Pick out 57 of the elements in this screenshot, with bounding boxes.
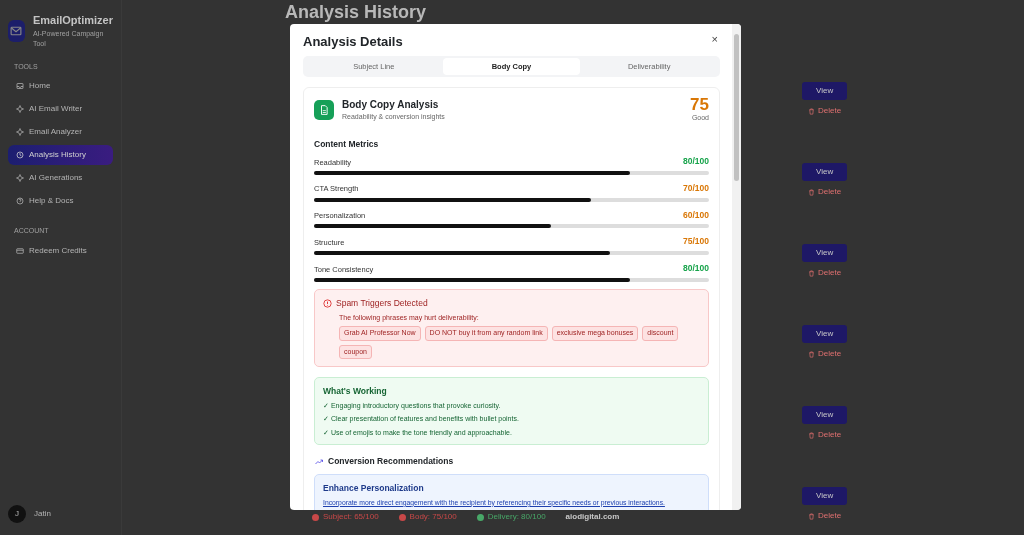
view-button[interactable]: View (802, 325, 848, 343)
trash-icon (808, 431, 816, 439)
metric-value: 80/100 (683, 155, 709, 168)
alert-title: Spam Triggers Detected (336, 296, 428, 310)
trash-icon (808, 512, 816, 520)
metric-value: 75/100 (683, 235, 709, 249)
sidebar-item[interactable]: Home (8, 76, 113, 96)
trash-icon (808, 107, 816, 115)
delete-button[interactable]: Delete (808, 429, 842, 441)
sparkle-icon (16, 105, 24, 113)
view-button[interactable]: View (802, 406, 848, 424)
help-icon (16, 197, 24, 205)
card-icon (16, 246, 24, 255)
trend-icon (314, 457, 324, 466)
score-label: Subject: 65/100 (323, 511, 379, 523)
metric-value: 70/100 (683, 181, 709, 195)
metric-value: 80/100 (683, 262, 709, 275)
trash-icon (808, 350, 816, 358)
logo-icon (8, 19, 25, 42)
delete-button[interactable]: Delete (808, 348, 842, 360)
delete-button[interactable]: Delete (808, 510, 842, 522)
view-button[interactable]: View (802, 82, 848, 100)
sidebar-item[interactable]: Redeem Credits (8, 240, 113, 261)
clock-icon (16, 151, 24, 159)
delete-button[interactable]: Delete (808, 105, 842, 117)
score-label: Body: 75/100 (409, 511, 457, 523)
view-button[interactable]: View (802, 244, 848, 262)
sidebar-item[interactable]: AI Generations (8, 168, 113, 188)
sparkle-icon (16, 128, 24, 136)
inbox-icon (16, 82, 24, 90)
delete-button[interactable]: Delete (808, 267, 842, 279)
user-avatar: J (8, 505, 26, 523)
metrics-heading: Content Metrics (314, 138, 380, 152)
sidebar-item[interactable]: Analysis History (8, 145, 113, 165)
trash-icon (808, 269, 816, 277)
user-name: Jatin (34, 508, 51, 520)
document-icon (314, 99, 334, 120)
brand-name: EmailOptimizer (32, 13, 113, 28)
view-button[interactable]: View (802, 163, 848, 181)
recommendation-title: Enhance Personalization (323, 482, 425, 495)
alert-icon (323, 298, 332, 308)
trash-icon (808, 188, 816, 196)
sidebar-item[interactable]: Email Analyzer (8, 122, 113, 142)
score-label: Delivery: 80/100 (487, 511, 546, 523)
view-button[interactable]: View (802, 487, 848, 505)
close-button[interactable]: × (709, 34, 720, 45)
page-title: Analysis History (285, 2, 428, 24)
section-title: Body Copy Analysis (342, 97, 440, 112)
success-title: What's Working (323, 385, 388, 398)
score-value: 75 (690, 95, 709, 113)
modal-title: Analysis Details (303, 34, 403, 50)
metric-value: 60/100 (683, 208, 709, 222)
sparkle-icon (16, 174, 24, 182)
recommendations-heading: Conversion Recommendations (328, 455, 454, 469)
delete-button[interactable]: Delete (808, 186, 842, 198)
sidebar-item[interactable]: Help & Docs (8, 191, 113, 211)
sidebar-item[interactable]: AI Email Writer (8, 99, 113, 119)
